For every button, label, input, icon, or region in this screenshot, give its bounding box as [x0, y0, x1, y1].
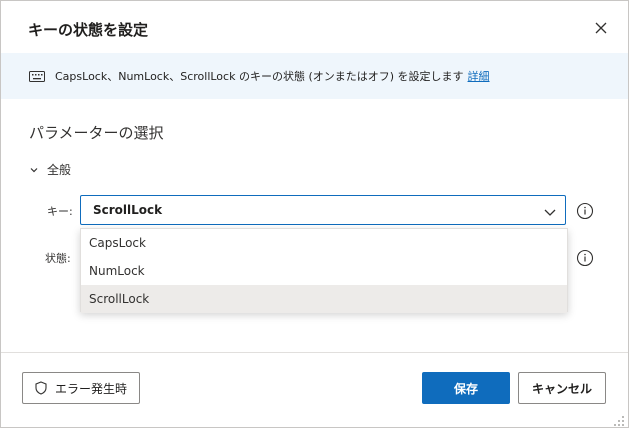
chevron-down-icon [29, 164, 41, 176]
state-info-icon[interactable] [576, 249, 594, 267]
on-error-button[interactable]: エラー発生時 [22, 372, 140, 404]
key-select-value: ScrollLock [93, 203, 163, 217]
dropdown-option-numlock[interactable]: NumLock [81, 257, 567, 285]
details-link[interactable]: 詳細 [468, 68, 490, 84]
cancel-button[interactable]: キャンセル [518, 372, 606, 404]
dropdown-option-capslock[interactable]: CapsLock [81, 229, 567, 257]
key-info-icon[interactable] [576, 202, 594, 220]
info-text: CapsLock、NumLock、ScrollLock のキーの状態 (オンまた… [55, 70, 464, 83]
keyboard-icon [29, 70, 45, 82]
dialog-title: キーの状態を設定 [28, 21, 149, 39]
close-icon [595, 19, 607, 38]
state-label: 状態: [45, 252, 71, 265]
key-label: キー: [47, 205, 73, 218]
set-key-state-dialog: キーの状態を設定 CapsLock、NumLock、ScrollLock のキー… [0, 0, 629, 428]
general-group-label: 全般 [47, 163, 72, 177]
on-error-label: エラー発生時 [54, 381, 127, 396]
key-select[interactable]: ScrollLock [80, 195, 566, 225]
chevron-down-icon [543, 204, 557, 218]
save-button[interactable]: 保存 [422, 372, 510, 404]
footer-divider [1, 352, 628, 353]
parameters-title: パラメーターの選択 [29, 124, 164, 142]
close-button[interactable] [589, 16, 613, 40]
resize-grip-icon[interactable] [613, 412, 625, 426]
info-bar: CapsLock、NumLock、ScrollLock のキーの状態 (オンまた… [1, 53, 628, 99]
key-dropdown-list: CapsLock NumLock ScrollLock [80, 228, 568, 313]
dropdown-option-scrolllock[interactable]: ScrollLock [81, 285, 567, 313]
shield-icon [35, 381, 47, 395]
general-group-toggle[interactable]: 全般 [29, 161, 71, 178]
